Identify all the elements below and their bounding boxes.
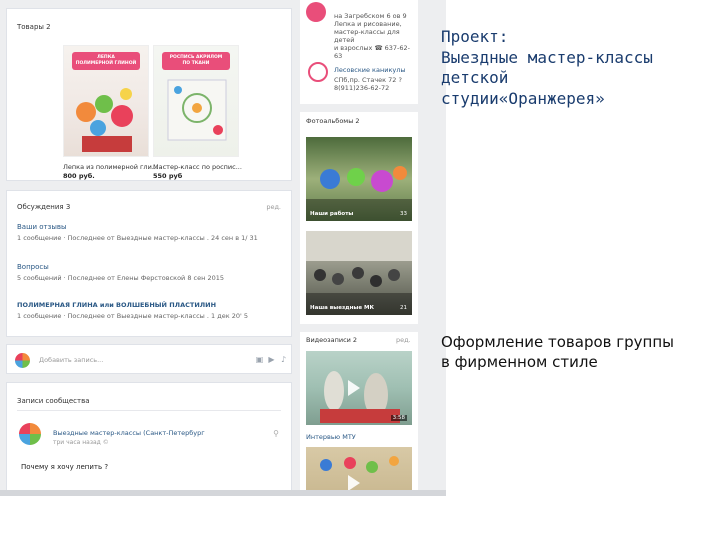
- new-post-box: Добавить запись... ▣ ▶ ♪: [6, 344, 292, 374]
- discussions-block: Обсуждения 3 ред. Ваши отзывы 1 сообщени…: [6, 190, 292, 337]
- discussions-edit-link[interactable]: ред.: [266, 203, 281, 211]
- good-image-1[interactable]: ЛЕПКА ПОЛИМЕРНОЙ ГЛИНОЙ: [63, 45, 149, 157]
- topic-detail: 5 сообщений · Последнее от Елены Ферстов…: [17, 274, 224, 282]
- discussions-header[interactable]: Обсуждения 3: [17, 203, 70, 211]
- topic-item[interactable]: Ваши отзывы 1 сообщение · Последнее от В…: [17, 223, 258, 242]
- screenshot-bottom-edge: [0, 490, 446, 496]
- good-image-2[interactable]: РОСПИСЬ АКРИЛОМ ПО ТКАНИ: [153, 45, 239, 157]
- good-price-2: 550 руб: [153, 172, 183, 180]
- contact2-details: СПб,пр. Стачек 72 ? 8(911)236-62-72: [334, 76, 402, 92]
- good-title-1[interactable]: Лепка из полимерной гли...: [63, 163, 158, 171]
- topic-title[interactable]: ПОЛИМЕРНАЯ ГЛИНА или ВОЛШЕБНЫЙ ПЛАСТИЛИН: [17, 301, 248, 309]
- post-author[interactable]: Выездные мастер-классы (Санкт-Петербург: [53, 429, 205, 437]
- design-caption: Оформление товаров группы в фирменном ст…: [441, 333, 675, 371]
- topic-title[interactable]: Вопросы: [17, 263, 224, 271]
- goods-header[interactable]: Товары 2: [17, 23, 51, 31]
- avatar[interactable]: [19, 423, 41, 445]
- video-thumbnail-1[interactable]: 3:58: [306, 351, 412, 425]
- album-our-works[interactable]: Наши работы 33: [306, 137, 412, 221]
- contact2-name[interactable]: Лесовские каникулы: [334, 66, 406, 74]
- topic-detail: 1 сообщение · Последнее от Выездные маст…: [17, 234, 258, 242]
- videos-header[interactable]: Видеозаписи 2: [306, 336, 357, 344]
- album-caption: Наши работы: [310, 211, 354, 217]
- topic-item[interactable]: ПОЛИМЕРНАЯ ГЛИНА или ВОЛШЕБНЫЙ ПЛАСТИЛИН…: [17, 301, 248, 320]
- contact-block: на Загребском 6 ов 9 Лепка и рисование, …: [334, 12, 410, 60]
- music-icon[interactable]: ♪: [279, 355, 288, 364]
- good-title-2[interactable]: Мастер-класс по роспис...: [153, 163, 242, 171]
- video-icon[interactable]: ▶: [267, 355, 276, 364]
- project-title: Проект: Выездные мастер-классы детской с…: [441, 27, 653, 108]
- videos-edit-link[interactable]: ред.: [396, 336, 411, 344]
- avatar: [306, 2, 326, 22]
- goods-block: Товары 2 ЛЕПКА ПОЛИМЕРНОЙ ГЛИНОЙ РОСПИСЬ …: [6, 8, 292, 181]
- vk-group-screenshot: Товары 2 ЛЕПКА ПОЛИМЕРНОЙ ГЛИНОЙ РОСПИСЬ …: [0, 0, 446, 496]
- video-thumbnail-2[interactable]: [306, 447, 412, 496]
- divider: [300, 324, 418, 332]
- avatar: [15, 353, 30, 368]
- post-input[interactable]: Добавить запись...: [39, 356, 103, 364]
- album-field-workshops[interactable]: Наша выездные МК 21: [306, 231, 412, 315]
- play-icon[interactable]: [348, 475, 360, 491]
- topic-detail: 1 сообщение · Последнее от Выездные маст…: [17, 312, 248, 320]
- album-count: 21: [400, 305, 407, 311]
- post-time[interactable]: три часа назад ©: [53, 439, 109, 446]
- divider: [17, 410, 281, 411]
- video-duration: 3:58: [390, 415, 407, 421]
- post-text: Почему я хочу лепить ?: [21, 463, 109, 471]
- album-count: 33: [400, 211, 407, 217]
- play-icon[interactable]: [348, 380, 360, 396]
- community-posts-header[interactable]: Записи сообщества: [17, 397, 90, 405]
- search-icon[interactable]: ⚲: [273, 429, 279, 438]
- camera-icon[interactable]: ▣: [255, 355, 264, 364]
- photos-header[interactable]: Фотоальбомы 2: [306, 117, 360, 125]
- avatar: [308, 62, 328, 82]
- album-caption: Наша выездные МК: [310, 305, 374, 311]
- topic-title[interactable]: Ваши отзывы: [17, 223, 258, 231]
- community-posts-block: Записи сообщества ⚲ Выездные мастер-клас…: [6, 382, 292, 496]
- video-title[interactable]: Интервью МТУ: [306, 433, 356, 441]
- right-column: на Загребском 6 ов 9 Лепка и рисование, …: [300, 0, 418, 496]
- divider: [300, 104, 418, 112]
- topic-item[interactable]: Вопросы 5 сообщений · Последнее от Елены…: [17, 263, 224, 282]
- good-price-1: 800 руб.: [63, 172, 95, 180]
